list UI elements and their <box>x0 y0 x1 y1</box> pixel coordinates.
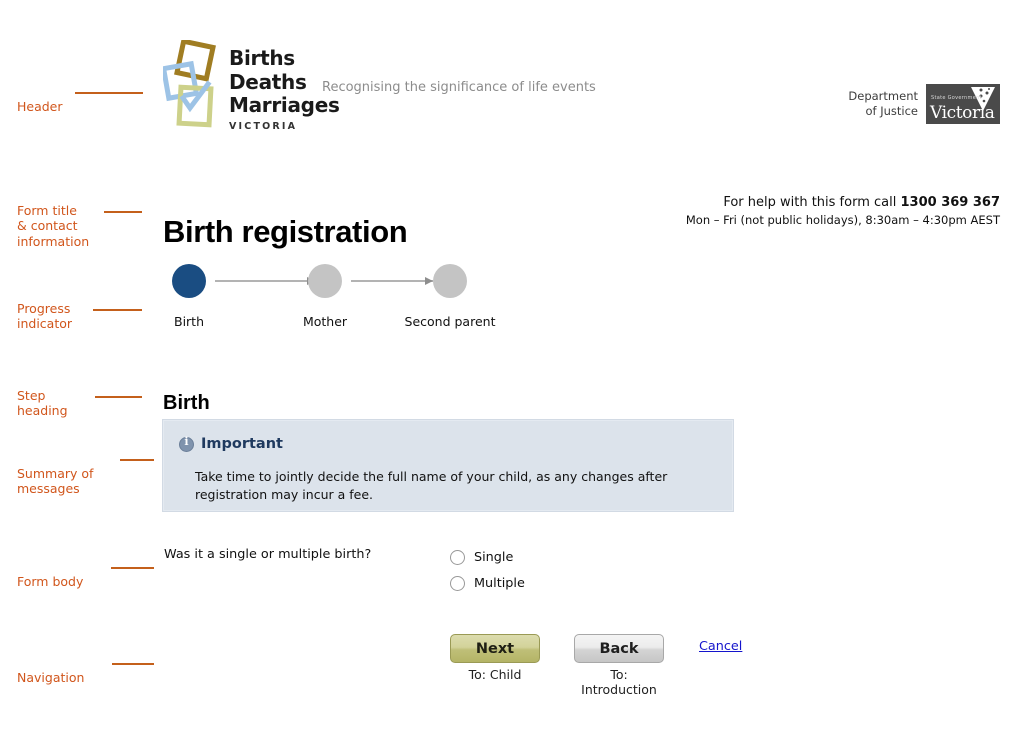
progress-indicator: Birth Mother Second parent <box>163 264 583 334</box>
logo-line-victoria: VICTORIA <box>229 120 298 132</box>
annotation-label: Navigation <box>17 669 85 685</box>
annotation-label: Progress indicator <box>17 300 73 332</box>
department-line-2: of Justice <box>865 104 918 118</box>
annotation-rule <box>104 211 142 213</box>
progress-label-second-parent: Second parent <box>404 314 496 329</box>
progress-arrow-1-icon <box>215 276 315 285</box>
message-title: Important <box>201 436 283 452</box>
department-text: Department of Justice <box>848 89 918 119</box>
radio-button-single[interactable] <box>450 549 465 565</box>
annotation-label: Summary of messages <box>17 465 94 497</box>
birth-type-question-label: Was it a single or multiple birth? <box>164 547 372 562</box>
help-phone-number: 1300 369 367 <box>900 195 1000 210</box>
step-heading: Birth <box>163 391 210 414</box>
message-body: Take time to jointly decide the full nam… <box>195 469 668 502</box>
radio-label-multiple: Multiple <box>474 575 525 591</box>
form-navigation: Next To: Child Back To: Introduction Can… <box>450 634 770 697</box>
annotation-navigation: Navigation <box>17 654 154 701</box>
progress-step-mother[interactable]: Mother <box>303 264 347 329</box>
radio-option-single[interactable]: Single <box>450 544 525 570</box>
annotation-progress-indicator: Progress indicator <box>17 285 142 347</box>
annotation-label: Step heading <box>17 387 68 419</box>
radio-option-multiple[interactable]: Multiple <box>450 570 525 596</box>
next-button-destination: To: Child <box>468 667 522 682</box>
progress-dot-birth <box>172 264 206 298</box>
back-button[interactable]: Back <box>574 634 664 663</box>
annotation-form-body: Form body <box>17 558 154 605</box>
important-message-box: Important Take time to jointly decide th… <box>162 419 734 512</box>
progress-label-birth: Birth <box>173 314 205 329</box>
progress-dot-mother <box>308 264 342 298</box>
help-line: For help with this form call 1300 369 36… <box>686 194 1000 212</box>
next-button[interactable]: Next <box>450 634 540 663</box>
annotation-rule <box>112 663 154 665</box>
state-government-text: State Government <box>931 95 982 101</box>
contact-information: For help with this form call 1300 369 36… <box>686 194 1000 228</box>
page-title: Birth registration <box>163 213 408 249</box>
annotation-rule <box>93 309 142 311</box>
progress-dot-second-parent <box>433 264 467 298</box>
bdm-logo-mark-icon <box>163 40 216 128</box>
annotation-rule <box>95 396 142 398</box>
radio-label-single: Single <box>474 549 514 565</box>
progress-label-mother: Mother <box>302 314 348 329</box>
cancel-link[interactable]: Cancel <box>699 639 742 654</box>
annotation-label: Form title & contact information <box>17 202 90 249</box>
annotation-summary-of-messages: Summary of messages <box>17 450 154 512</box>
department-line-1: Department <box>848 89 918 103</box>
help-text: For help with this form call <box>723 195 901 210</box>
back-button-destination: To: Introduction <box>581 667 657 697</box>
victoria-state-government-logo: State Government Victoria <box>926 84 1000 124</box>
birth-type-radio-group[interactable]: Single Multiple <box>450 544 525 596</box>
progress-arrow-2-icon <box>351 276 433 285</box>
annotation-label: Form body <box>17 573 84 589</box>
victoria-text: Victoria <box>930 103 995 123</box>
message-header: Important <box>179 435 283 452</box>
header-tagline: Recognising the significance of life eve… <box>322 80 596 95</box>
annotation-rule <box>120 459 154 461</box>
government-branding: Department of Justice State Government V… <box>848 84 1000 124</box>
annotation-step-heading: Step heading <box>17 372 142 434</box>
help-hours: Mon – Fri (not public holidays), 8:30am … <box>685 213 1000 227</box>
page-header: Births Deaths Marriages VICTORIA Recogni… <box>0 0 1020 165</box>
logo-line-marriages: Marriages <box>229 93 340 117</box>
logo-line-births: Births <box>229 46 295 70</box>
info-icon <box>179 435 194 452</box>
progress-step-second-parent[interactable]: Second parent <box>405 264 495 329</box>
progress-step-birth[interactable]: Birth <box>172 264 206 329</box>
radio-button-multiple[interactable] <box>450 575 465 591</box>
annotation-rule <box>111 567 154 569</box>
annotation-form-title: Form title & contact information <box>17 187 142 265</box>
